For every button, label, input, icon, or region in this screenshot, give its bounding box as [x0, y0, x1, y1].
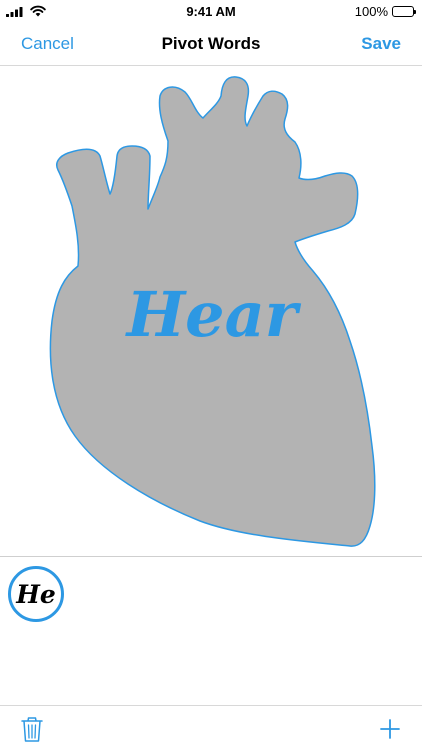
navigation-bar: Cancel Pivot Words Save	[0, 22, 422, 66]
plus-icon	[380, 719, 400, 739]
battery-percent: 100%	[354, 3, 388, 19]
bottom-toolbar	[0, 705, 422, 751]
status-left	[6, 5, 46, 17]
battery-icon	[392, 5, 416, 17]
add-button[interactable]	[375, 714, 405, 744]
pivot-canvas[interactable]: Hear	[0, 66, 422, 556]
status-bar: 100%	[0, 0, 422, 22]
save-button[interactable]: Save	[361, 34, 401, 54]
wifi-icon	[30, 5, 46, 17]
status-right: 100%	[354, 3, 416, 19]
cancel-button[interactable]: Cancel	[21, 34, 74, 54]
word-chip[interactable]: He	[8, 566, 64, 622]
heart-shape-svg: Hear	[49, 76, 376, 547]
trash-icon	[21, 717, 43, 742]
cellular-signal-icon	[6, 6, 23, 17]
word-tray: He	[0, 556, 422, 750]
pivot-word[interactable]: Hear	[125, 278, 302, 351]
trash-button[interactable]	[17, 714, 47, 744]
